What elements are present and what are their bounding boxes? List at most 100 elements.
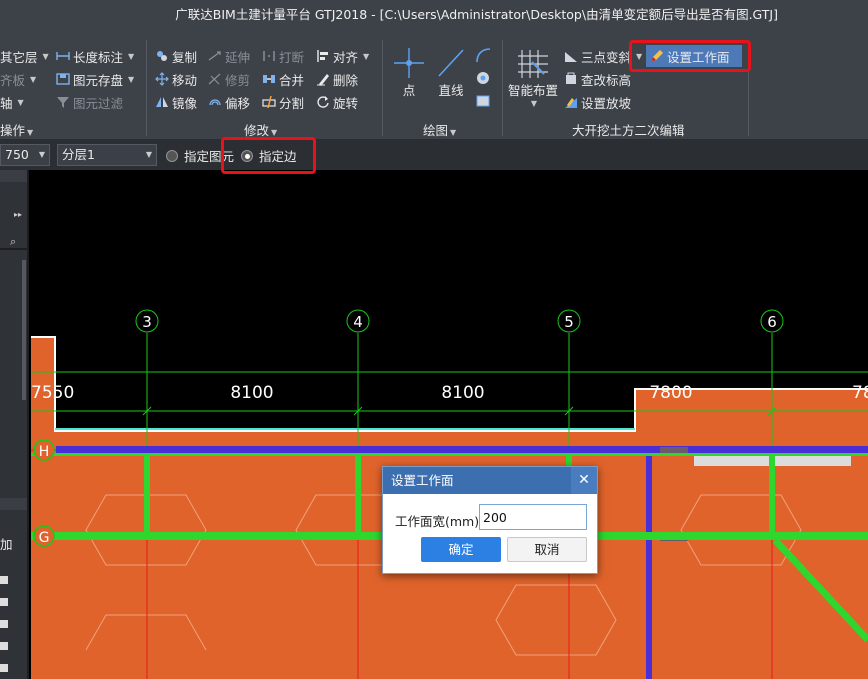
layer-select[interactable]: 分层1 ▼	[57, 144, 157, 166]
three-point-slope-label: 三点变斜	[581, 49, 632, 65]
ribbon-separator	[748, 40, 749, 136]
dialog-title: 设置工作面	[391, 473, 454, 488]
point-icon	[394, 48, 424, 78]
element-save-button[interactable]: 图元存盘 ▼	[56, 69, 134, 89]
trim-icon	[208, 73, 221, 85]
smart-layout-button[interactable]: 智能布置 ▼	[508, 48, 558, 108]
arc-icon[interactable]	[474, 46, 492, 64]
split-button[interactable]: 分割	[262, 92, 304, 112]
merge-button[interactable]: 合并	[262, 69, 304, 89]
draw-label: 绘图	[423, 123, 449, 138]
panel-header	[0, 498, 27, 510]
copy-button[interactable]: 复制	[155, 46, 197, 66]
floor-select[interactable]: 750 ▼	[0, 144, 50, 166]
checkbox[interactable]	[0, 642, 8, 650]
copy-label: 复制	[172, 49, 198, 65]
chevron-down-icon: ▼	[128, 74, 135, 84]
close-icon[interactable]: ✕	[571, 467, 597, 494]
scrollbar[interactable]	[22, 260, 26, 400]
align-button[interactable]: 对齐 ▼	[316, 46, 369, 66]
offset-button[interactable]: 偏移	[208, 92, 250, 112]
pencil-icon	[652, 50, 663, 61]
radio-element-label: 指定图元	[184, 149, 235, 164]
copy-icon	[157, 51, 167, 61]
add-label: 加	[0, 537, 13, 552]
other-layer-label: 其它层	[0, 49, 38, 65]
operation-label: 操作	[0, 123, 26, 138]
checkbox[interactable]	[0, 598, 8, 606]
beam-h[interactable]	[56, 446, 868, 453]
extend-button[interactable]: 延伸	[208, 46, 250, 66]
ribbon-separator	[146, 40, 147, 136]
grid-layout-icon	[518, 50, 548, 78]
checkbox[interactable]	[0, 620, 8, 628]
title-bar: 广联达BIM土建计量平台 GTJ2018 - [C:\Users\Adminis…	[0, 0, 868, 36]
offset-icon	[209, 99, 221, 106]
axis-bubble-5[interactable]: 5	[557, 309, 581, 333]
mirror-button[interactable]: 镜像	[155, 92, 197, 112]
other-layer-button[interactable]: 其它层 ▼	[0, 46, 49, 66]
radio-circle[interactable]	[166, 149, 178, 162]
radio-specify-edge[interactable]: 指定边	[241, 146, 297, 165]
dimension-label: 7550	[31, 383, 74, 403]
axis-bubble-4[interactable]: 4	[346, 309, 370, 333]
line-button[interactable]: 直线	[436, 46, 466, 99]
align-icon	[317, 50, 328, 62]
set-work-face-dialog: 设置工作面 ✕ 工作面宽(mm) 确定 取消	[382, 466, 598, 574]
check-elevation-button[interactable]: 查改标高	[564, 69, 631, 89]
axis-bubble-3[interactable]: 3	[135, 309, 159, 333]
align-label: 对齐	[333, 49, 359, 65]
break-button[interactable]: 打断	[262, 46, 304, 66]
delete-label: 删除	[333, 72, 359, 88]
axis-label: 轴	[0, 95, 13, 111]
dimension-label: 78	[852, 383, 868, 403]
three-point-slope-button[interactable]: 三点变斜 ▼	[564, 46, 642, 66]
point-button[interactable]: 点	[394, 46, 424, 99]
drawing-svg[interactable]: 3 4 5 6 H G 7550 8100 8100 7800 78	[31, 170, 868, 679]
search-icon[interactable]: ⌕	[10, 235, 16, 249]
ok-button[interactable]: 确定	[421, 537, 501, 562]
checkbox[interactable]	[0, 664, 8, 672]
element-filter-button[interactable]: 图元过滤	[56, 92, 123, 112]
break-icon	[263, 51, 275, 61]
point-label: 点	[402, 83, 416, 98]
rectangle-icon[interactable]	[474, 92, 492, 110]
set-slope-button[interactable]: 设置放坡	[564, 92, 631, 112]
filter-icon	[57, 97, 69, 108]
trim-button[interactable]: 修剪	[208, 69, 250, 89]
circle-icon[interactable]	[474, 69, 492, 87]
svg-text:H: H	[39, 444, 50, 460]
smart-layout-label: 智能布置	[508, 83, 559, 98]
set-work-face-button[interactable]: 设置工作面	[646, 45, 742, 67]
element-filter-label: 图元过滤	[73, 95, 124, 111]
save-icon	[56, 73, 70, 85]
align-slab-button[interactable]: 齐板 ▼	[0, 69, 36, 89]
modify-group-label[interactable]: 修改 ▼	[244, 120, 277, 139]
split-label: 分割	[279, 95, 305, 111]
operation-group-label[interactable]: 操作 ▼	[0, 120, 33, 139]
axis-button[interactable]: 轴 ▼	[0, 92, 24, 112]
rotate-button[interactable]: 旋转	[316, 92, 358, 112]
dialog-title-bar[interactable]: 设置工作面 ✕	[383, 467, 597, 494]
ribbon-separator	[382, 40, 383, 136]
beam-v[interactable]	[646, 446, 652, 679]
cancel-button[interactable]: 取消	[507, 537, 587, 562]
check-elevation-label: 查改标高	[581, 72, 632, 88]
axis-bubble-H[interactable]: H	[33, 439, 55, 461]
move-button[interactable]: 移动	[155, 69, 197, 89]
radio-specify-element[interactable]: 指定图元	[166, 146, 234, 165]
work-face-width-input[interactable]	[479, 504, 587, 530]
expand-icon[interactable]: ▸▸	[14, 210, 22, 219]
radio-edge-label: 指定边	[259, 149, 297, 164]
length-dimension-button[interactable]: 长度标注 ▼	[56, 46, 134, 66]
axis-bubble-6[interactable]: 6	[760, 309, 784, 333]
draw-group-label[interactable]: 绘图 ▼	[423, 120, 456, 139]
slope-icon	[565, 52, 577, 62]
delete-button[interactable]: 删除	[316, 69, 358, 89]
axis-bubble-G[interactable]: G	[33, 525, 55, 547]
elevation-icon	[566, 72, 576, 84]
radio-circle-selected[interactable]	[241, 149, 253, 162]
checkbox[interactable]	[0, 576, 8, 584]
drawing-canvas[interactable]: 3 4 5 6 H G 7550 8100 8100 7800 78	[31, 170, 868, 679]
chevron-down-icon: ▼	[27, 128, 34, 137]
